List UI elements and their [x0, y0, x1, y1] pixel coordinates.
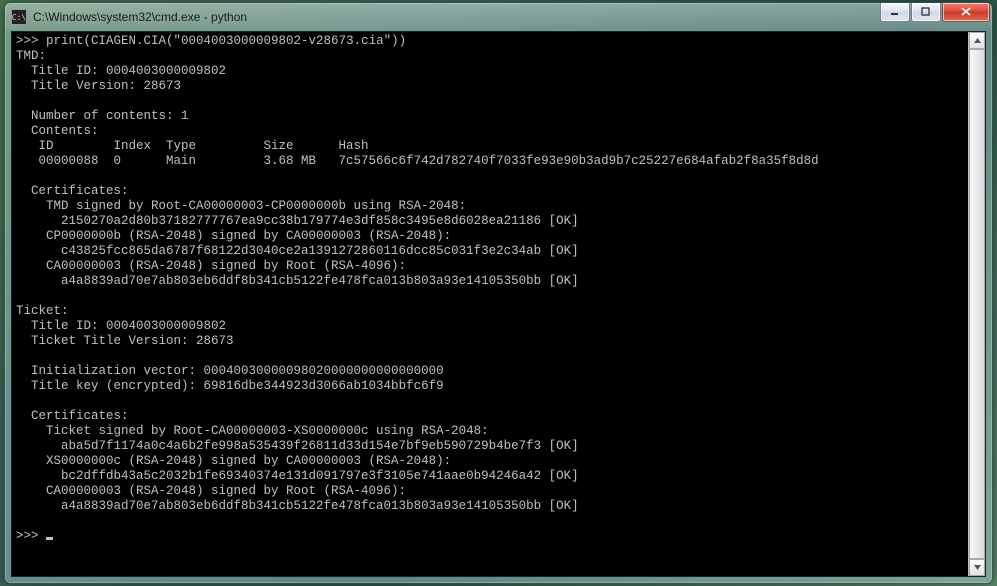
minimize-icon [890, 7, 900, 17]
tmd-title-id: 0004003000009802 [106, 64, 226, 78]
close-icon [961, 7, 972, 17]
scroll-thumb[interactable] [969, 49, 985, 559]
prompt: >>> [16, 34, 46, 48]
chevron-down-icon [974, 565, 981, 570]
ticket-cert1-line1: Ticket signed by Root-CA00000003-XS00000… [16, 424, 489, 438]
tmd-contents-label: Contents: [16, 124, 99, 138]
client-area: >>> print(CIAGEN.CIA("0004003000009802-v… [11, 31, 986, 577]
command-line: print(CIAGEN.CIA("0004003000009802-v2867… [46, 34, 406, 48]
tmd-title-id-label: Title ID: [16, 64, 106, 78]
tmd-cert2-line1: CP0000000b (RSA-2048) signed by CA000000… [16, 229, 451, 243]
tmd-numcontents-label: Number of contents: [16, 109, 181, 123]
ticket-certs-label: Certificates: [16, 409, 129, 423]
cmd-window: C:\ C:\Windows\system32\cmd.exe - python… [4, 2, 993, 584]
contents-header-row: ID Index Type Size Hash [16, 139, 369, 153]
maximize-icon [921, 7, 931, 17]
cmd-icon: C:\ [11, 9, 27, 25]
ticket-title-id-label: Title ID: [16, 319, 106, 333]
close-button[interactable] [942, 3, 990, 22]
tmd-version-label: Title Version: [16, 79, 144, 93]
ticket-iv-label: Initialization vector: [16, 364, 204, 378]
vertical-scrollbar[interactable] [968, 32, 985, 576]
scroll-up-button[interactable] [969, 32, 985, 49]
ticket-key: 69816dbe344923d3066ab1034bbfc6f9 [204, 379, 444, 393]
tmd-version: 28673 [144, 79, 182, 93]
tmd-cert1-line1: TMD signed by Root-CA00000003-CP0000000b… [16, 199, 466, 213]
tmd-header: TMD: [16, 49, 46, 63]
scroll-track[interactable] [969, 49, 985, 559]
ticket-cert1-line2: aba5d7f1174a0c4a6b2fe998a535439f26811d33… [16, 439, 579, 453]
tmd-cert3-line2: a4a8839ad70e7ab803eb6ddf8b341cb5122fe478… [16, 274, 579, 288]
minimize-button[interactable] [880, 3, 910, 22]
ticket-title-id: 0004003000009802 [106, 319, 226, 333]
tmd-cert2-line2: c43825fcc865da6787f68122d3040ce2a1391272… [16, 244, 579, 258]
tmd-numcontents: 1 [181, 109, 189, 123]
cursor-icon [46, 537, 53, 540]
maximize-button[interactable] [911, 3, 941, 22]
final-prompt: >>> [16, 529, 46, 543]
tmd-cert1-line2: 2150270a2d80b37182777767ea9cc38b179774e3… [16, 214, 579, 228]
ticket-cert2-line1: XS0000000c (RSA-2048) signed by CA000000… [16, 454, 451, 468]
ticket-cert3-line1: CA00000003 (RSA-2048) signed by Root (RS… [16, 484, 406, 498]
scroll-down-button[interactable] [969, 559, 985, 576]
ticket-key-label: Title key (encrypted): [16, 379, 204, 393]
ticket-version-label: Ticket Title Version: [16, 334, 196, 348]
titlebar[interactable]: C:\ C:\Windows\system32\cmd.exe - python [5, 3, 992, 31]
window-title: C:\Windows\system32\cmd.exe - python [33, 10, 879, 24]
ticket-iv: 00040030000098020000000000000000 [204, 364, 444, 378]
ticket-version: 28673 [196, 334, 234, 348]
chevron-up-icon [974, 38, 981, 43]
ticket-header: Ticket: [16, 304, 69, 318]
window-controls [879, 3, 992, 31]
tmd-cert3-line1: CA00000003 (RSA-2048) signed by Root (RS… [16, 259, 406, 273]
ticket-cert2-line2: bc2dffdb43a5c2032b1fe69340374e131d091797… [16, 469, 579, 483]
tmd-certs-label: Certificates: [16, 184, 129, 198]
ticket-cert3-line2: a4a8839ad70e7ab803eb6ddf8b341cb5122fe478… [16, 499, 579, 513]
contents-data-row: 00000088 0 Main 3.68 MB 7c57566c6f742d78… [16, 154, 819, 168]
terminal-output[interactable]: >>> print(CIAGEN.CIA("0004003000009802-v… [12, 32, 968, 576]
